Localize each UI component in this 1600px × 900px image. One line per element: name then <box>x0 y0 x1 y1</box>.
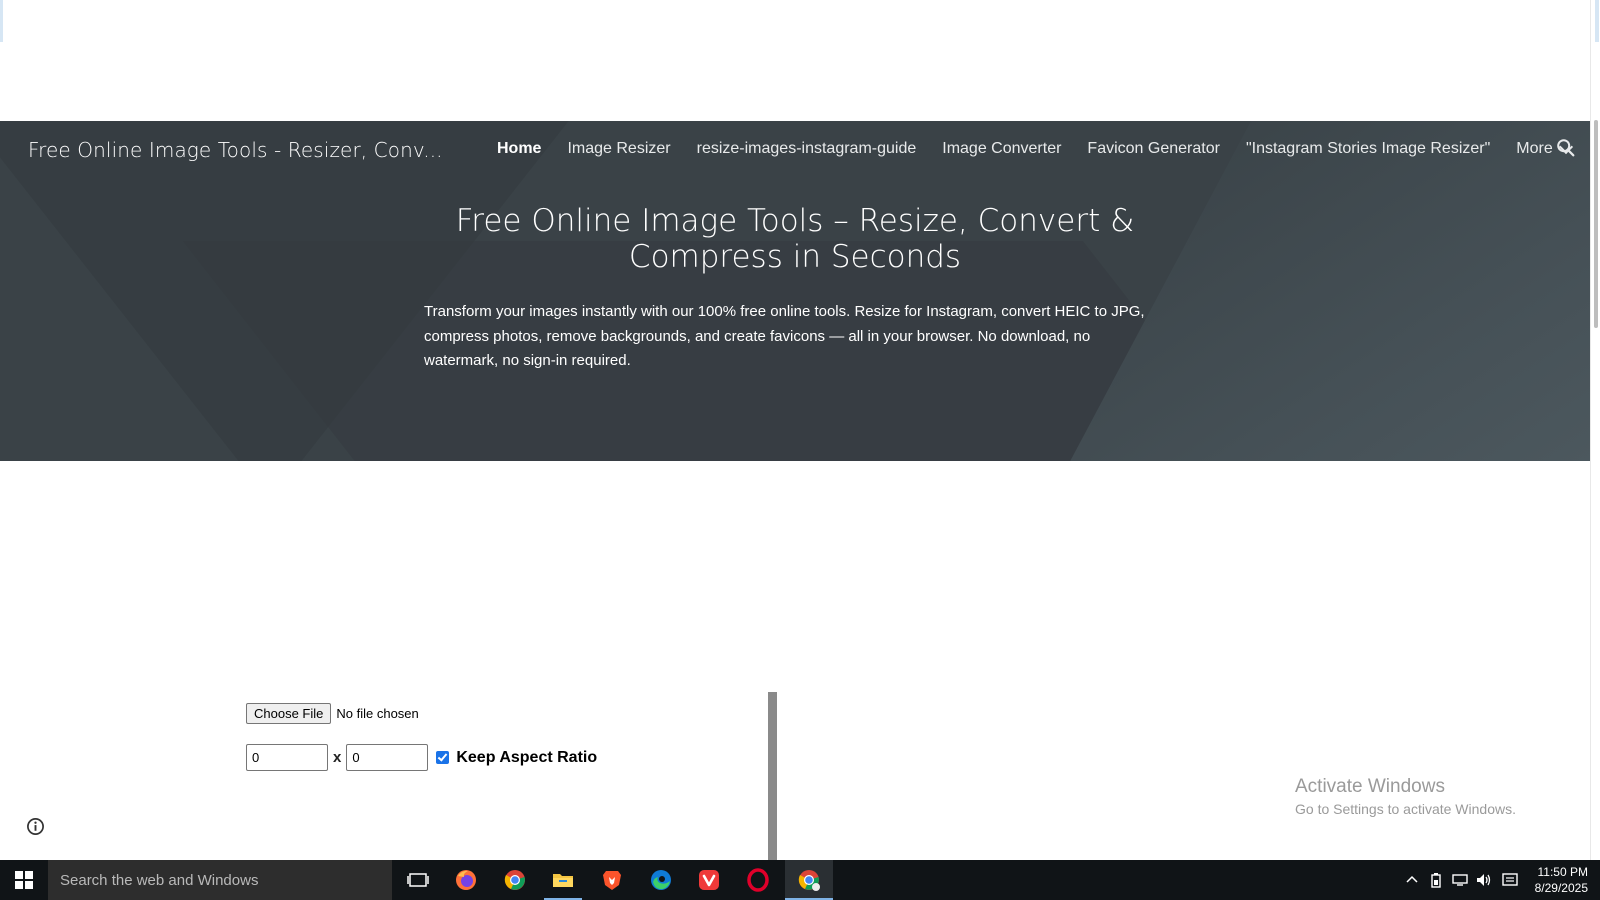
height-input[interactable] <box>346 744 429 771</box>
nav-more-label: More <box>1516 140 1553 157</box>
main-nav: Home Image Resizer resize-images-instagr… <box>497 139 1573 158</box>
chrome-profile-icon[interactable] <box>797 868 821 892</box>
opera-icon[interactable] <box>746 868 770 892</box>
windows-logo-icon <box>15 871 33 889</box>
nav-item-favicon-generator[interactable]: Favicon Generator <box>1087 140 1220 158</box>
start-button[interactable] <box>0 860 48 900</box>
hero-header: Free Online Image Tools - Resizer, Conv.… <box>0 121 1590 461</box>
volume-icon[interactable] <box>1475 872 1493 888</box>
nav-item-instagram-guide[interactable]: resize-images-instagram-guide <box>697 140 917 158</box>
clock-date: 8/29/2025 <box>1534 881 1588 895</box>
brave-icon[interactable] <box>600 868 624 892</box>
taskbar-clock[interactable]: 11:50 PM 8/29/2025 <box>1535 864 1588 896</box>
system-tray <box>1405 860 1519 900</box>
choose-file-button[interactable]: Choose File <box>246 703 332 724</box>
edge-icon[interactable] <box>649 868 673 892</box>
nav-item-image-converter[interactable]: Image Converter <box>942 140 1061 158</box>
notifications-icon[interactable] <box>1501 872 1519 888</box>
firefox-icon[interactable] <box>454 868 478 892</box>
file-picker-row: Choose File No file chosen <box>246 703 766 724</box>
panel-divider <box>768 692 777 860</box>
nav-item-home[interactable]: Home <box>497 140 541 158</box>
dimensions-row: x Keep Aspect Ratio <box>246 744 766 771</box>
activate-windows-watermark: Activate Windows Go to Settings to activ… <box>1295 776 1516 817</box>
activate-windows-title: Activate Windows <box>1295 776 1445 797</box>
battery-icon[interactable] <box>1429 872 1443 888</box>
nav-item-instagram-stories-resizer[interactable]: "Instagram Stories Image Resizer" <box>1246 140 1490 158</box>
file-explorer-icon[interactable] <box>551 868 575 892</box>
keep-aspect-checkbox[interactable] <box>436 751 450 764</box>
chevron-up-icon[interactable] <box>1405 873 1419 887</box>
page-scrollbar[interactable] <box>1590 0 1600 860</box>
chrome-icon[interactable] <box>503 868 527 892</box>
nav-item-image-resizer[interactable]: Image Resizer <box>567 140 670 158</box>
windows-taskbar: Search the web and Windows 11:50 PM 8/29… <box>0 860 1600 900</box>
vivaldi-icon[interactable] <box>697 868 721 892</box>
task-view-icon[interactable] <box>406 868 430 892</box>
keep-aspect-label[interactable]: Keep Aspect Ratio <box>456 749 597 767</box>
hero-heading: Free Online Image Tools – Resize, Conver… <box>455 203 1135 275</box>
hero-description: Transform your images instantly with our… <box>424 303 1145 369</box>
top-blank-area <box>0 0 1590 120</box>
search-icon[interactable] <box>1555 137 1577 159</box>
network-icon[interactable] <box>1451 872 1469 888</box>
taskbar-search-box[interactable]: Search the web and Windows <box>48 860 392 900</box>
info-icon[interactable] <box>26 817 45 836</box>
activate-windows-subtitle: Go to Settings to activate Windows. <box>1295 801 1516 817</box>
scrollbar-top-marker <box>1595 0 1599 42</box>
scrollbar-thumb[interactable] <box>1594 120 1598 328</box>
dimension-separator: x <box>333 749 342 766</box>
site-title[interactable]: Free Online Image Tools - Resizer, Conv.… <box>28 138 443 162</box>
clock-time: 11:50 PM <box>1537 865 1588 879</box>
file-status-text: No file chosen <box>336 706 419 721</box>
width-input[interactable] <box>246 744 328 771</box>
image-resizer-tool: Choose File No file chosen x Keep Aspect… <box>246 703 766 771</box>
page-edge-marker <box>0 0 3 42</box>
